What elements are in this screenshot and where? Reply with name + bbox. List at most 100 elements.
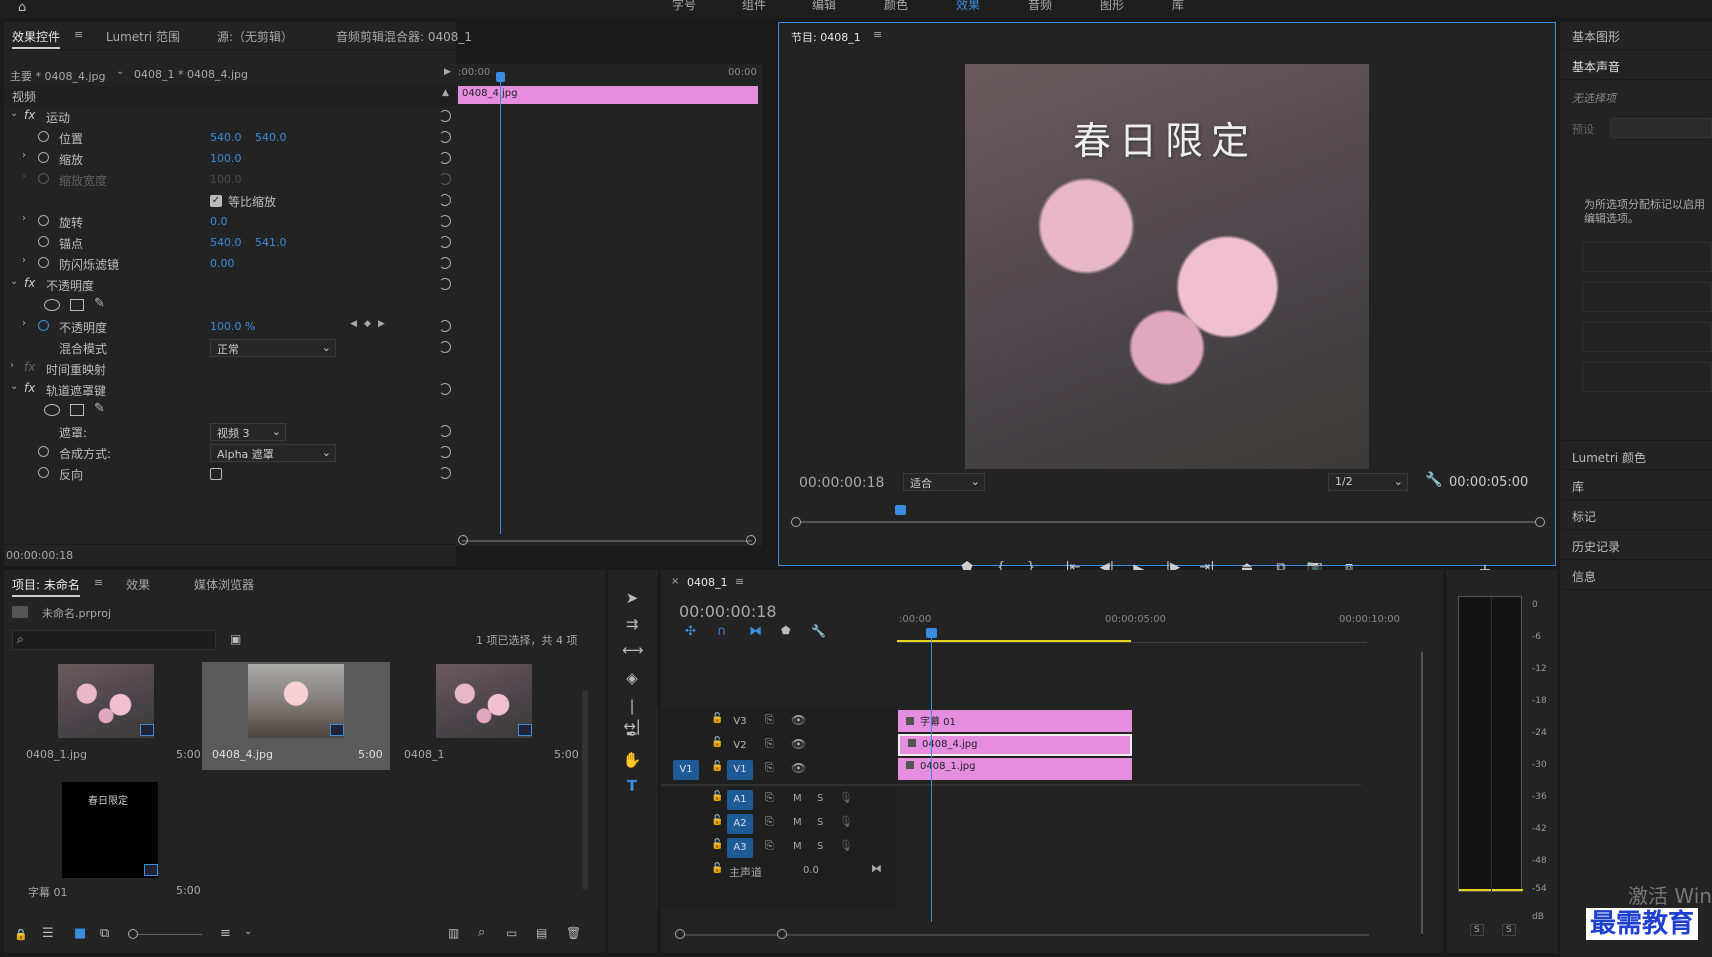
scroll-handle-icon[interactable] — [777, 929, 787, 939]
lock-icon[interactable]: 🔓 — [711, 761, 723, 772]
timeline-v-scroll[interactable] — [1421, 652, 1423, 934]
track-label-v2[interactable]: V2 — [727, 736, 753, 756]
reset-icon[interactable] — [439, 110, 451, 122]
master-value[interactable]: 0.0 — [803, 865, 819, 876]
clip-caption[interactable]: 字幕 01 — [898, 710, 1132, 732]
project-item-selected[interactable]: 0408_4.jpg 5:00 — [202, 662, 390, 770]
opacity-value[interactable]: 100.0 % — [210, 320, 255, 333]
panel-libraries[interactable]: 库 — [1562, 470, 1712, 500]
reset-icon[interactable] — [439, 236, 451, 248]
zoom-slider[interactable] — [128, 929, 202, 939]
pen-tool-icon[interactable]: ✒ — [622, 724, 642, 744]
meter-solo-l[interactable]: S — [1470, 924, 1484, 936]
nest-icon[interactable]: ✣ — [685, 624, 696, 639]
scroll-handle-icon[interactable] — [1535, 517, 1545, 527]
sync-icon[interactable]: ⎘ — [765, 737, 774, 751]
new-bin-icon[interactable]: ▭ — [506, 926, 517, 940]
track-label-a2[interactable]: A2 — [727, 814, 753, 834]
automate-icon[interactable]: ▥ — [448, 926, 459, 940]
reset-icon[interactable] — [439, 341, 451, 353]
slip-tool-icon[interactable]: |↔| — [622, 696, 642, 735]
ellipse-mask-icon[interactable] — [44, 404, 60, 416]
program-timecode[interactable]: 00:00:00:18 — [799, 475, 884, 491]
timeline-playhead-handle[interactable] — [926, 628, 937, 638]
expand-icon[interactable]: › — [22, 255, 26, 266]
hand-tool-icon[interactable]: ✋ — [622, 750, 642, 770]
uniform-scale-checkbox[interactable]: ✓ — [210, 195, 222, 207]
resolution-select[interactable]: 1/2 ⌄ — [1328, 473, 1408, 491]
sync-icon[interactable]: ⎘ — [765, 713, 774, 727]
solo-button[interactable]: S — [817, 793, 823, 804]
tab-source[interactable]: 源:（无剪辑） — [217, 28, 293, 45]
eye-icon[interactable]: 👁 — [791, 761, 806, 775]
reset-icon[interactable] — [439, 131, 451, 143]
clip-image-v1[interactable]: 0408_1.jpg — [898, 758, 1132, 780]
anchor-y[interactable]: 541.0 — [255, 236, 287, 249]
lock-icon[interactable]: 🔓 — [711, 791, 723, 802]
search-input[interactable]: ⌕ — [12, 630, 216, 650]
prev-keyframe-icon[interactable]: ◀ — [350, 319, 357, 329]
eye-icon[interactable]: 👁 — [791, 713, 806, 727]
menu-item-6[interactable]: 图形 — [1100, 0, 1124, 13]
reset-icon[interactable] — [439, 320, 451, 332]
lock-icon[interactable]: 🔓 — [711, 737, 723, 748]
preset-dropdown[interactable] — [1610, 118, 1712, 138]
find-icon[interactable]: ⌕ — [478, 925, 485, 940]
expand-icon[interactable]: › — [22, 150, 26, 161]
panel-menu-icon[interactable]: ≡ — [74, 28, 83, 41]
freeform-view-icon[interactable]: ⧉ — [100, 926, 109, 941]
rectangle-mask-icon[interactable] — [70, 299, 84, 311]
reset-icon[interactable] — [439, 257, 451, 269]
track-label-v3[interactable]: V3 — [727, 712, 753, 732]
tab-media-browser[interactable]: 媒体浏览器 — [194, 576, 254, 593]
sequence-clip-label[interactable]: 0408_1 * 0408_4.jpg — [134, 68, 248, 81]
ripple-edit-tool-icon[interactable]: ⟷ — [622, 640, 644, 660]
expand-icon[interactable]: › — [10, 360, 14, 371]
source-patch-v1[interactable]: V1 — [673, 760, 699, 780]
solo-button[interactable]: S — [817, 817, 823, 828]
tag-button-4[interactable] — [1582, 362, 1712, 392]
sync-icon[interactable]: ⎘ — [765, 761, 774, 775]
chevron-down-icon[interactable]: ⌄ — [116, 66, 124, 77]
tab-project[interactable]: 项目: 未命名 — [12, 576, 80, 597]
wrench-icon[interactable]: 🔧 — [811, 624, 826, 638]
meter-solo-r[interactable]: S — [1502, 924, 1516, 936]
home-icon[interactable]: ⌂ — [18, 0, 26, 15]
list-view-icon[interactable]: ☰ — [42, 926, 54, 941]
ec-clip[interactable]: 0408_4.jpg — [458, 86, 758, 104]
track-select-tool-icon[interactable]: ⇉ — [622, 614, 642, 634]
project-scrollbar[interactable] — [582, 690, 588, 890]
timeline-tab[interactable]: 0408_1 — [687, 576, 728, 589]
reset-icon[interactable] — [439, 278, 451, 290]
lock-icon[interactable]: 🔓 — [711, 815, 723, 826]
panel-history[interactable]: 历史记录 — [1562, 530, 1712, 560]
reverse-checkbox[interactable] — [210, 468, 222, 480]
scroll-handle-icon[interactable] — [458, 535, 468, 545]
program-video-frame[interactable]: 春日限定 — [965, 64, 1369, 469]
play-only-icon[interactable]: ▶ — [444, 67, 451, 77]
scale-value[interactable]: 100.0 — [210, 152, 242, 165]
tab-effects[interactable]: 效果 — [126, 576, 150, 593]
mute-button[interactable]: M — [793, 817, 802, 828]
snap-icon[interactable]: ∩ — [717, 624, 727, 639]
lock-icon[interactable]: 🔓 — [711, 839, 723, 850]
scroll-handle-icon[interactable] — [675, 929, 685, 939]
composite-select[interactable]: Alpha 遮罩 ⌄ — [210, 444, 336, 462]
expand-icon[interactable]: ⌄ — [10, 381, 18, 392]
project-item[interactable]: 0408_1 5:00 — [390, 662, 580, 770]
rotation-value[interactable]: 0.0 — [210, 215, 228, 228]
track-label-a1[interactable]: A1 — [727, 790, 753, 810]
matte-select[interactable]: 视频 3 ⌄ — [210, 423, 286, 441]
panel-info[interactable]: 信息 — [1562, 560, 1712, 590]
project-item[interactable]: 春日限定 字幕 01 5:00 — [12, 780, 202, 899]
tag-button-1[interactable] — [1582, 242, 1712, 272]
reset-icon[interactable] — [439, 194, 451, 206]
reset-icon[interactable] — [439, 467, 451, 479]
scroll-handle-icon[interactable] — [746, 535, 756, 545]
close-icon[interactable]: × — [671, 576, 679, 587]
program-scrub-bar[interactable] — [791, 503, 1545, 529]
tag-button-3[interactable] — [1582, 322, 1712, 352]
eye-icon[interactable]: 👁 — [791, 737, 806, 751]
add-keyframe-icon[interactable]: ◆ — [364, 319, 371, 329]
trash-icon[interactable]: 🗑 — [566, 926, 581, 940]
